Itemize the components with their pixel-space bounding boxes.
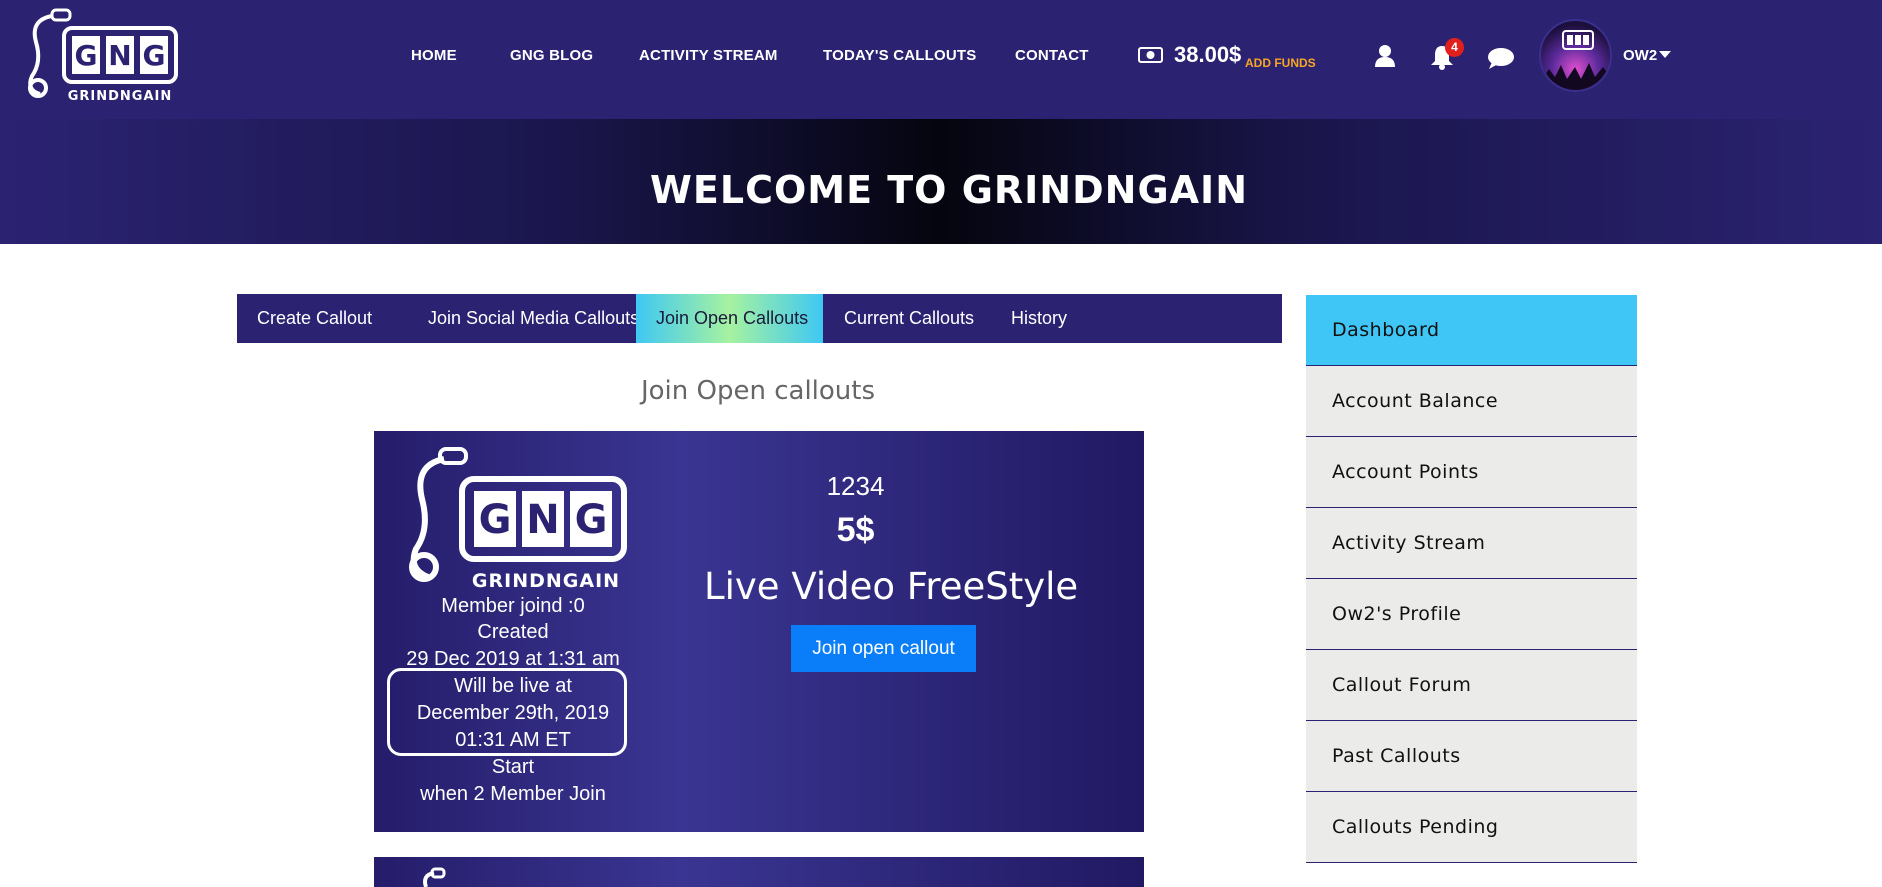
nav-todays-callouts[interactable]: TODAY'S CALLOUTS: [823, 47, 976, 64]
callout-number: 1234: [826, 471, 885, 501]
add-funds-link[interactable]: ADD FUNDS: [1245, 56, 1316, 70]
sidebar: Dashboard Account Balance Account Points…: [1306, 295, 1637, 863]
gng-logo[interactable]: G N G GRINDNGAIN: [22, 6, 182, 106]
gng-card-logo: G N G GRINDNGAIN: [409, 447, 627, 592]
tab-join-open-callouts[interactable]: Join Open Callouts: [636, 294, 823, 343]
user-icon[interactable]: [1374, 44, 1396, 68]
svg-text:N: N: [526, 497, 559, 543]
money-icon: [1138, 47, 1163, 63]
sidebar-item-callout-forum[interactable]: Callout Forum: [1306, 650, 1637, 721]
svg-text:G: G: [479, 497, 512, 543]
gng-card-logo: [423, 867, 446, 887]
top-navbar: G N G GRINDNGAIN HOME GNG BLOG ACTIVITY …: [0, 0, 1882, 119]
callout-price: 5$: [836, 511, 875, 549]
svg-text:G: G: [143, 39, 166, 72]
join-open-callout-button[interactable]: Join open callout: [791, 625, 976, 672]
chevron-down-icon[interactable]: [1659, 51, 1671, 58]
notification-badge: 4: [1445, 38, 1464, 57]
tab-history[interactable]: History: [991, 294, 1087, 343]
live-label: Will be live at: [454, 675, 572, 697]
sidebar-item-callouts-pending[interactable]: Callouts Pending: [1306, 792, 1637, 863]
svg-text:G: G: [575, 497, 608, 543]
callout-tabs: Create Callout Join Social Media Callout…: [237, 294, 1282, 343]
nav-gng-blog[interactable]: GNG BLOG: [510, 47, 593, 64]
members-joined: Member joind :0: [441, 595, 585, 617]
tab-create-callout[interactable]: Create Callout: [237, 294, 392, 343]
callout-card: [374, 857, 1144, 887]
tab-current-callouts[interactable]: Current Callouts: [824, 294, 994, 343]
tab-join-social-media-callouts[interactable]: Join Social Media Callouts: [408, 294, 659, 343]
sidebar-item-activity-stream[interactable]: Activity Stream: [1306, 508, 1637, 579]
callout-card: G N G GRINDNGAIN Member joind :0 Created…: [374, 431, 1144, 832]
sidebar-item-past-callouts[interactable]: Past Callouts: [1306, 721, 1637, 792]
svg-text:GRINDNGAIN: GRINDNGAIN: [472, 570, 620, 592]
svg-text:N: N: [108, 39, 131, 72]
start-condition: when 2 Member Join: [420, 783, 606, 805]
svg-text:G: G: [75, 39, 98, 72]
svg-text:GRINDNGAIN: GRINDNGAIN: [68, 89, 173, 104]
nav-activity-stream[interactable]: ACTIVITY STREAM: [639, 47, 778, 64]
live-date: December 29th, 2019: [416, 702, 610, 724]
sidebar-item-profile[interactable]: Ow2's Profile: [1306, 579, 1637, 650]
avatar[interactable]: [1539, 19, 1612, 92]
nav-contact[interactable]: CONTACT: [1015, 47, 1089, 64]
start-label: Start: [491, 756, 535, 778]
callout-title: Live Video FreeStyle: [704, 565, 1079, 608]
chat-icon[interactable]: [1487, 47, 1515, 69]
live-time: 01:31 AM ET: [455, 729, 571, 751]
sidebar-item-account-points[interactable]: Account Points: [1306, 437, 1637, 508]
avatar-image: [1541, 30, 1610, 90]
wallet-balance: 38.00$: [1174, 42, 1242, 67]
sidebar-item-dashboard[interactable]: Dashboard: [1306, 295, 1637, 366]
page-title: WELCOME TO GRINDNGAIN: [649, 168, 1248, 212]
username[interactable]: OW2: [1623, 47, 1657, 64]
sidebar-item-account-balance[interactable]: Account Balance: [1306, 366, 1637, 437]
nav-home[interactable]: HOME: [411, 47, 457, 64]
created-label: Created: [477, 621, 549, 643]
section-title: Join Open callouts: [640, 376, 876, 406]
